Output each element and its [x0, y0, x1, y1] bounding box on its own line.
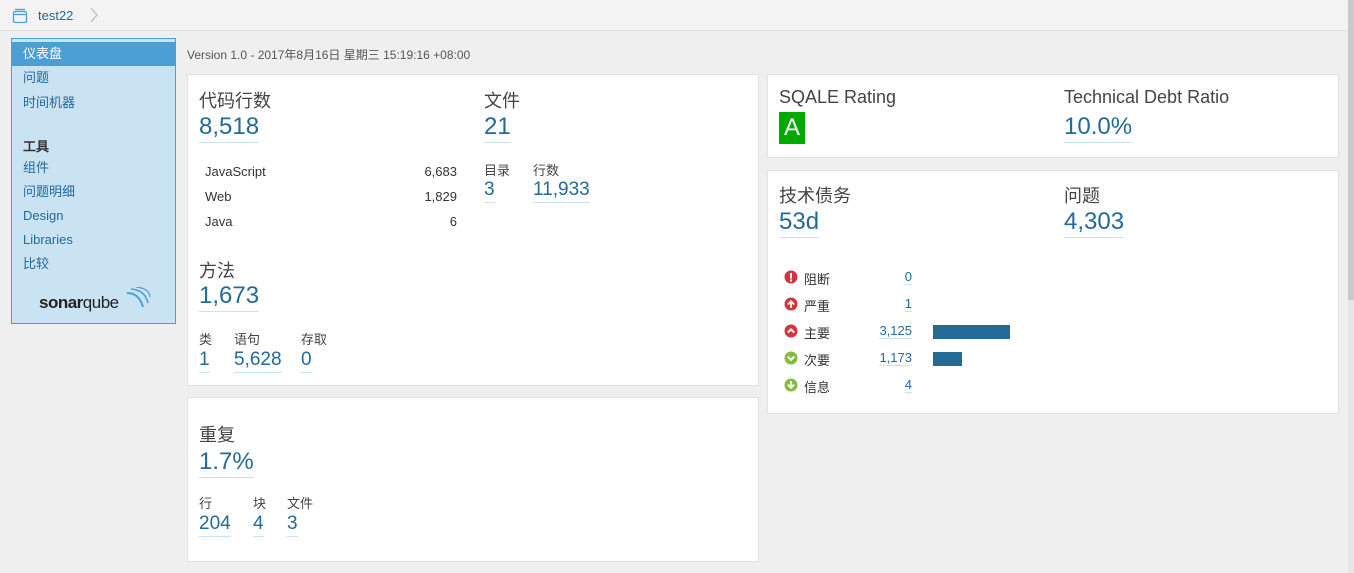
files-label: 文件 — [484, 91, 520, 111]
sidebar-item-dashboard[interactable]: 仪表盘 — [12, 42, 175, 66]
lines-value[interactable]: 11,933 — [533, 179, 590, 203]
sidebar-item-time-machine[interactable]: 时间机器 — [12, 91, 175, 115]
severity-count-link[interactable]: 4 — [904, 377, 912, 393]
duplications-label: 重复 — [199, 425, 235, 445]
duplicated-blocks-label: 块 — [253, 496, 267, 511]
severity-row: 信息 4 — [784, 377, 1084, 397]
functions-label: 方法 — [199, 261, 235, 281]
severity-name: 信息 — [804, 380, 831, 395]
accessors-value[interactable]: 0 — [301, 349, 312, 373]
technical-debt-ratio-value[interactable]: 10.0% — [1064, 113, 1133, 143]
accessors-label: 存取 — [301, 332, 328, 347]
severity-name: 主要 — [804, 326, 831, 341]
sidebar-section-tools: 工具 — [23, 139, 50, 154]
severity-bar — [933, 325, 1010, 339]
critical-icon — [784, 297, 798, 311]
version-text: Version 1.0 - 2017年8月16日 星期三 15:19:16 +0… — [187, 48, 471, 62]
major-icon — [784, 324, 798, 338]
sidebar-item-issues[interactable]: 问题 — [12, 66, 175, 90]
technical-debt-ratio-label: Technical Debt Ratio — [1064, 87, 1230, 107]
technical-debt-value[interactable]: 53d — [779, 208, 820, 238]
functions-value[interactable]: 1,673 — [199, 282, 260, 312]
duplications-widget: 重复 1.7% 行 204 块 4 文件 3 — [187, 397, 759, 562]
sonarqube-logo: sonarqube — [39, 287, 154, 317]
sidebar-item-components[interactable]: 组件 — [12, 156, 175, 180]
project-icon — [12, 8, 28, 24]
statements-value[interactable]: 5,628 — [234, 349, 282, 373]
severity-row: 主要 3,125 — [784, 323, 1084, 343]
language-row: Java 6 — [205, 214, 457, 229]
severity-count-link[interactable]: 0 — [904, 269, 912, 285]
classes-value[interactable]: 1 — [199, 349, 210, 373]
language-row: JavaScript 6,683 — [205, 164, 457, 179]
size-widget: 代码行数 8,518 JavaScript 6,683 Web 1,829 Java… — [187, 74, 759, 386]
directories-value[interactable]: 3 — [484, 179, 495, 203]
scrollbar-thumb[interactable] — [1348, 0, 1354, 300]
lines-of-code-label: 代码行数 — [199, 91, 271, 111]
scrollbar[interactable] — [1348, 0, 1354, 573]
sidebar: 仪表盘 问题 时间机器 工具 组件 问题明细 Design Libraries … — [11, 38, 176, 324]
directories-label: 目录 — [484, 163, 511, 178]
issues-widget: 技术债务 53d 问题 4,303 阻断 0 严重 1 主要 3,125 次要 1,173 信息… — [767, 170, 1339, 414]
lines-of-code-value[interactable]: 8,518 — [199, 113, 260, 143]
severity-row: 严重 1 — [784, 296, 1084, 316]
issues-label: 问题 — [1064, 186, 1100, 206]
sidebar-item-libraries[interactable]: Libraries — [12, 228, 175, 252]
sqale-rating-badge[interactable]: A — [779, 112, 805, 144]
technical-debt-label: 技术债务 — [779, 186, 851, 206]
duplicated-lines-value[interactable]: 204 — [199, 513, 231, 537]
sonarqube-waves-icon — [126, 287, 151, 308]
duplicated-files-label: 文件 — [287, 496, 314, 511]
issues-value[interactable]: 4,303 — [1064, 208, 1125, 238]
breadcrumb-chevron-icon — [90, 7, 98, 23]
sqale-rating-label: SQALE Rating — [779, 87, 897, 107]
project-name-link[interactable]: test22 — [38, 8, 73, 23]
duplicated-lines-label: 行 — [199, 496, 213, 511]
info-icon — [784, 378, 798, 392]
duplications-value[interactable]: 1.7% — [199, 448, 254, 478]
sidebar-item-issues-drilldown[interactable]: 问题明细 — [12, 180, 175, 204]
severity-name: 严重 — [804, 299, 831, 314]
severity-name: 次要 — [804, 353, 831, 368]
sqale-widget: SQALE Rating A Technical Debt Ratio 10.0… — [767, 74, 1339, 158]
duplicated-blocks-value[interactable]: 4 — [253, 513, 264, 537]
severity-row: 次要 1,173 — [784, 350, 1084, 370]
lines-label: 行数 — [533, 163, 560, 178]
statements-label: 语句 — [234, 332, 261, 347]
files-value[interactable]: 21 — [484, 113, 511, 143]
sidebar-item-compare[interactable]: 比较 — [12, 252, 175, 276]
top-bar: test22 — [0, 0, 1354, 31]
sidebar-item-design[interactable]: Design — [12, 204, 175, 228]
severity-row: 阻断 0 — [784, 269, 1084, 289]
blocker-icon — [784, 270, 798, 284]
language-row: Web 1,829 — [205, 189, 457, 204]
minor-icon — [784, 351, 798, 365]
classes-label: 类 — [199, 332, 213, 347]
severity-name: 阻断 — [804, 272, 831, 287]
severity-count-link[interactable]: 1,173 — [879, 350, 912, 366]
severity-bar — [933, 352, 962, 366]
severity-count-link[interactable]: 1 — [904, 296, 912, 312]
severity-count-link[interactable]: 3,125 — [879, 323, 912, 339]
duplicated-files-value[interactable]: 3 — [287, 513, 298, 537]
